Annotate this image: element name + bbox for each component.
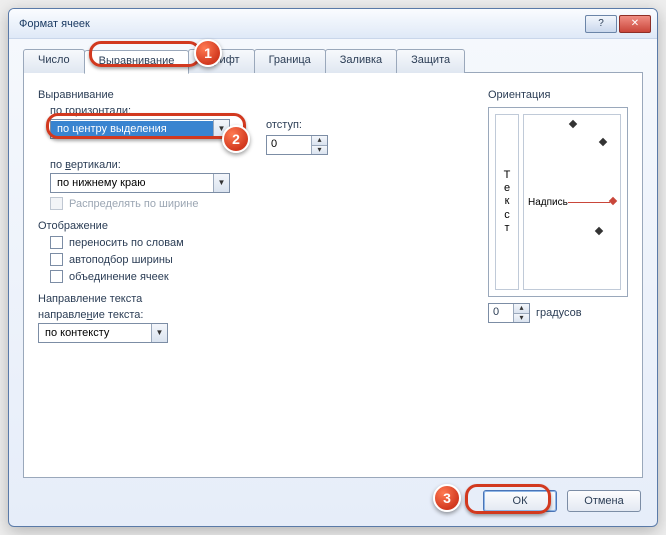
orientation-group-label: Ориентация [488,89,628,101]
chevron-down-icon[interactable]: ▾ [312,146,327,155]
dialog-footer: 3 ОК Отмена [9,490,657,526]
orientation-control[interactable]: Текст Надпись [488,107,628,297]
tab-fill[interactable]: Заливка [325,49,397,73]
merge-cells-checkbox[interactable]: объединение ячеек [50,270,474,283]
chevron-down-icon[interactable]: ▾ [514,314,529,323]
step-callout-3: 3 [433,484,461,512]
format-cells-dialog: Формат ячеек ? ✕ Число Выравнивание Шриф… [8,8,658,527]
degrees-spinner[interactable]: 0 ▴ ▾ [488,303,530,323]
indent-label: отступ: [266,119,328,131]
degrees-row: 0 ▴ ▾ градусов [488,303,628,323]
indent-value: 0 [267,136,311,154]
degrees-label: градусов [536,307,582,319]
dialog-content: 1 2 Выравнивание по горизонтали: по цент… [23,72,643,478]
tab-border[interactable]: Граница [254,49,326,73]
horizontal-alignment-dropdown[interactable]: по центру выделения ▼ [50,119,230,139]
horizontal-alignment-value: по центру выделения [51,121,213,137]
alignment-group-label: Выравнивание [38,89,474,101]
checkbox-icon [50,236,63,249]
orientation-dial[interactable]: Надпись [523,114,621,290]
distribute-checkbox: Распределять по ширине [50,197,474,210]
tab-protection[interactable]: Защита [396,49,465,73]
orientation-vertical-text[interactable]: Текст [495,114,519,290]
step-callout-2: 2 [222,125,250,153]
tab-strip: Число Выравнивание Шрифт Граница Заливка… [23,49,643,73]
wrap-text-checkbox[interactable]: переносить по словам [50,236,474,249]
checkbox-icon [50,197,63,210]
text-direction-value: по контексту [39,325,151,341]
horizontal-label: по горизонтали: [50,105,474,117]
display-group-label: Отображение [38,220,474,232]
window-controls: ? ✕ [585,15,651,33]
close-button[interactable]: ✕ [619,15,651,33]
titlebar: Формат ячеек ? ✕ [9,9,657,39]
indent-spinner[interactable]: 0 ▴ ▾ [266,135,328,155]
cancel-button[interactable]: Отмена [567,490,641,512]
vertical-alignment-value: по нижнему краю [51,175,213,191]
checkbox-icon [50,270,63,283]
help-button[interactable]: ? [585,15,617,33]
degrees-value: 0 [489,304,513,322]
step-callout-1: 1 [194,39,222,67]
chevron-down-icon: ▼ [151,324,167,342]
checkbox-icon [50,253,63,266]
ok-button[interactable]: ОК [483,490,557,512]
tab-alignment[interactable]: Выравнивание [84,50,190,74]
text-direction-label: направление текста: [38,309,474,321]
vertical-alignment-dropdown[interactable]: по нижнему краю ▼ [50,173,230,193]
text-direction-dropdown[interactable]: по контексту ▼ [38,323,168,343]
vertical-label: по вертикали: [50,159,474,171]
window-title: Формат ячеек [19,18,90,30]
chevron-down-icon: ▼ [213,174,229,192]
tab-number[interactable]: Число [23,49,85,73]
shrink-to-fit-checkbox[interactable]: автоподбор ширины [50,253,474,266]
text-direction-group-label: Направление текста [38,293,474,305]
